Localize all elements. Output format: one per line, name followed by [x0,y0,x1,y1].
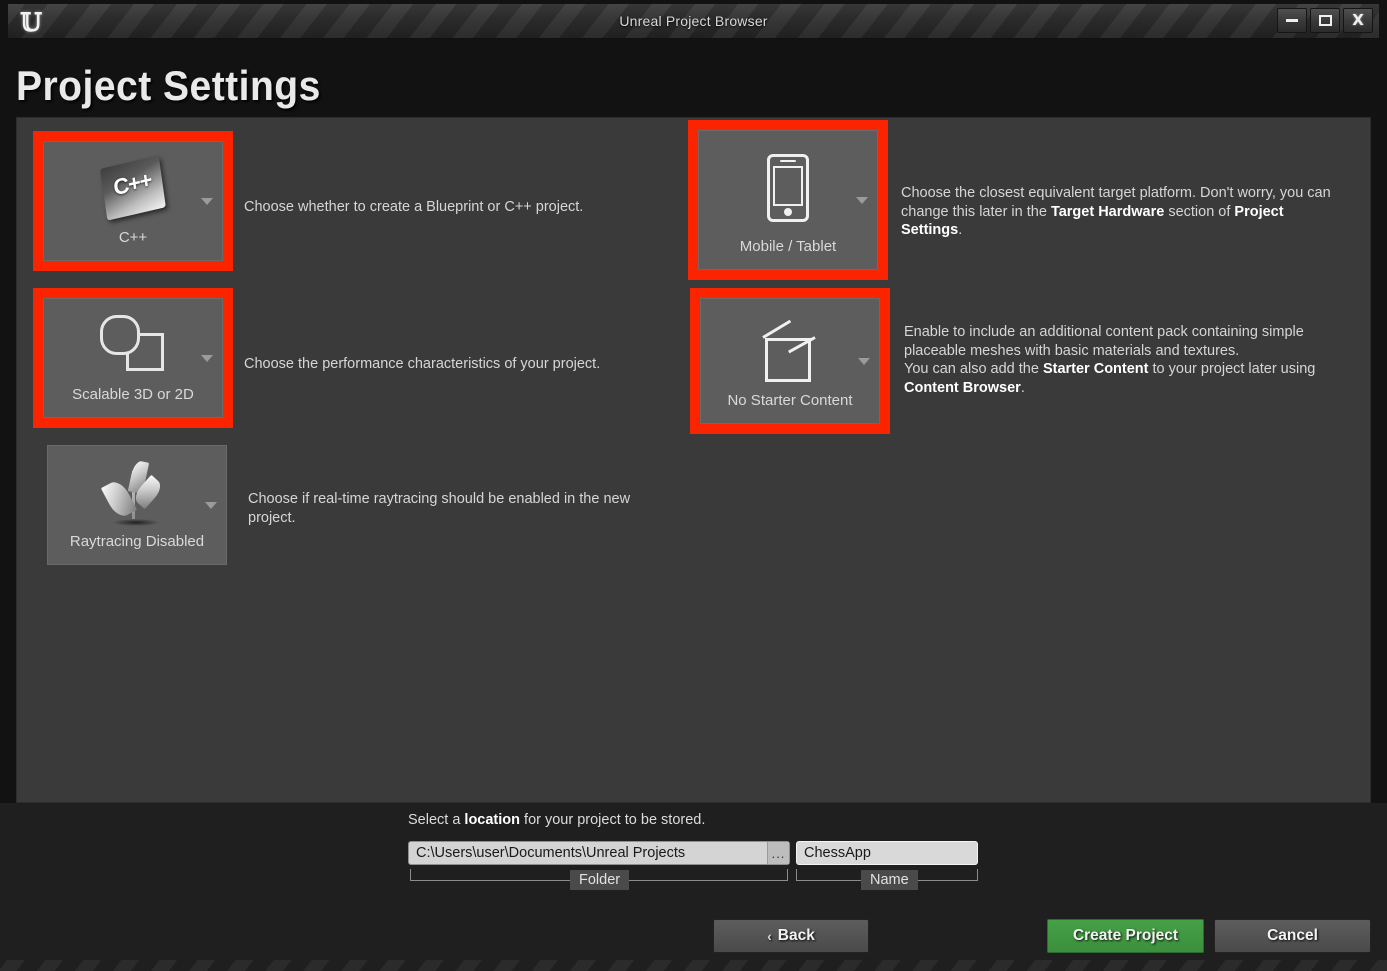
window-bottom-strip [0,960,1387,971]
unreal-project-browser-window: 𝕌 Unreal Project Browser X Project Setti… [0,0,1387,971]
highlight-box-project-type: C++ C++ [33,131,233,271]
option-row-project-type: C++ C++ Choose whether to create a Bluep… [33,131,664,271]
card-label-quality-preset: Scalable 3D or 2D [72,386,194,403]
option-row-raytracing: Raytracing Disabled Choose if real-time … [47,445,668,565]
back-button-label: Back [777,927,815,944]
plant-sprout-icon [48,456,226,528]
mobile-phone-icon [699,145,877,231]
create-project-button[interactable]: Create Project [1047,919,1204,953]
location-prompt-pre: Select a [408,812,465,828]
page-title: Project Settings [16,62,321,109]
card-target-platform[interactable]: Mobile / Tablet [698,130,878,270]
open-box-icon [701,311,879,391]
close-button[interactable]: X [1343,8,1373,33]
description-raytracing: Choose if real-time raytracing should be… [248,491,631,526]
description-project-type: Choose whether to create a Blueprint or … [244,199,584,215]
folder-path-field[interactable]: C:\Users\user\Documents\Unreal Projects … [408,841,790,865]
highlight-box-quality-preset: Scalable 3D or 2D [33,288,233,428]
maximize-icon [1318,15,1332,26]
option-row-quality-preset: Scalable 3D or 2D Choose the performance… [33,288,684,428]
card-raytracing[interactable]: Raytracing Disabled [47,445,227,565]
description-target-platform: Choose the closest equivalent target pla… [901,185,1331,238]
card-starter-content[interactable]: No Starter Content [700,298,880,424]
highlight-box-starter-content: No Starter Content [690,288,890,434]
chevron-down-icon-starter-content[interactable] [858,358,870,365]
highlight-box-target-platform: Mobile / Tablet [688,120,888,280]
card-label-project-type: C++ [118,229,148,246]
location-prompt: Select a location for your project to be… [408,812,705,828]
cpp-card-icon: C++ [44,152,222,224]
cancel-button[interactable]: Cancel [1214,919,1371,953]
project-name-value[interactable]: ChessApp [797,845,977,861]
circle-square-shapes-icon [44,309,222,381]
minimize-button[interactable] [1277,8,1307,33]
chevron-left-icon: ‹ [767,928,772,944]
option-row-starter-content: No Starter Content Enable to include an … [690,288,1349,434]
minimize-icon [1286,19,1298,22]
description-quality-preset: Choose the performance characteristics o… [244,356,601,372]
chevron-down-icon-target-platform[interactable] [856,197,868,204]
card-label-raytracing: Raytracing Disabled [69,533,205,550]
folder-caption: Folder [570,870,630,890]
card-project-type[interactable]: C++ C++ [43,141,223,261]
close-icon: X [1352,11,1364,29]
browse-folder-button[interactable]: ... [767,842,789,864]
name-caption: Name [861,870,918,890]
back-button[interactable]: ‹ Back [713,919,869,953]
chevron-down-icon-raytracing[interactable] [205,502,217,509]
chevron-down-icon-quality-preset[interactable] [201,355,213,362]
option-row-target-platform: Mobile / Tablet Choose the closest equiv… [688,120,1346,280]
window-title: Unreal Project Browser [619,13,768,29]
window-controls: X [1277,8,1373,33]
title-bar: 𝕌 Unreal Project Browser X [8,4,1379,39]
card-label-starter-content: No Starter Content [727,392,853,409]
project-name-field[interactable]: ChessApp [796,841,978,865]
maximize-button[interactable] [1310,8,1340,33]
card-label-target-platform: Mobile / Tablet [739,238,837,255]
location-prompt-post: for your project to be stored. [520,812,706,828]
chevron-down-icon-project-type[interactable] [201,198,213,205]
card-wrap-raytracing: Raytracing Disabled [47,445,227,565]
folder-path-value[interactable]: C:\Users\user\Documents\Unreal Projects [409,845,767,861]
card-quality-preset[interactable]: Scalable 3D or 2D [43,298,223,418]
description-starter-content: Enable to include an additional content … [904,324,1316,396]
location-prompt-bold: location [464,812,521,828]
